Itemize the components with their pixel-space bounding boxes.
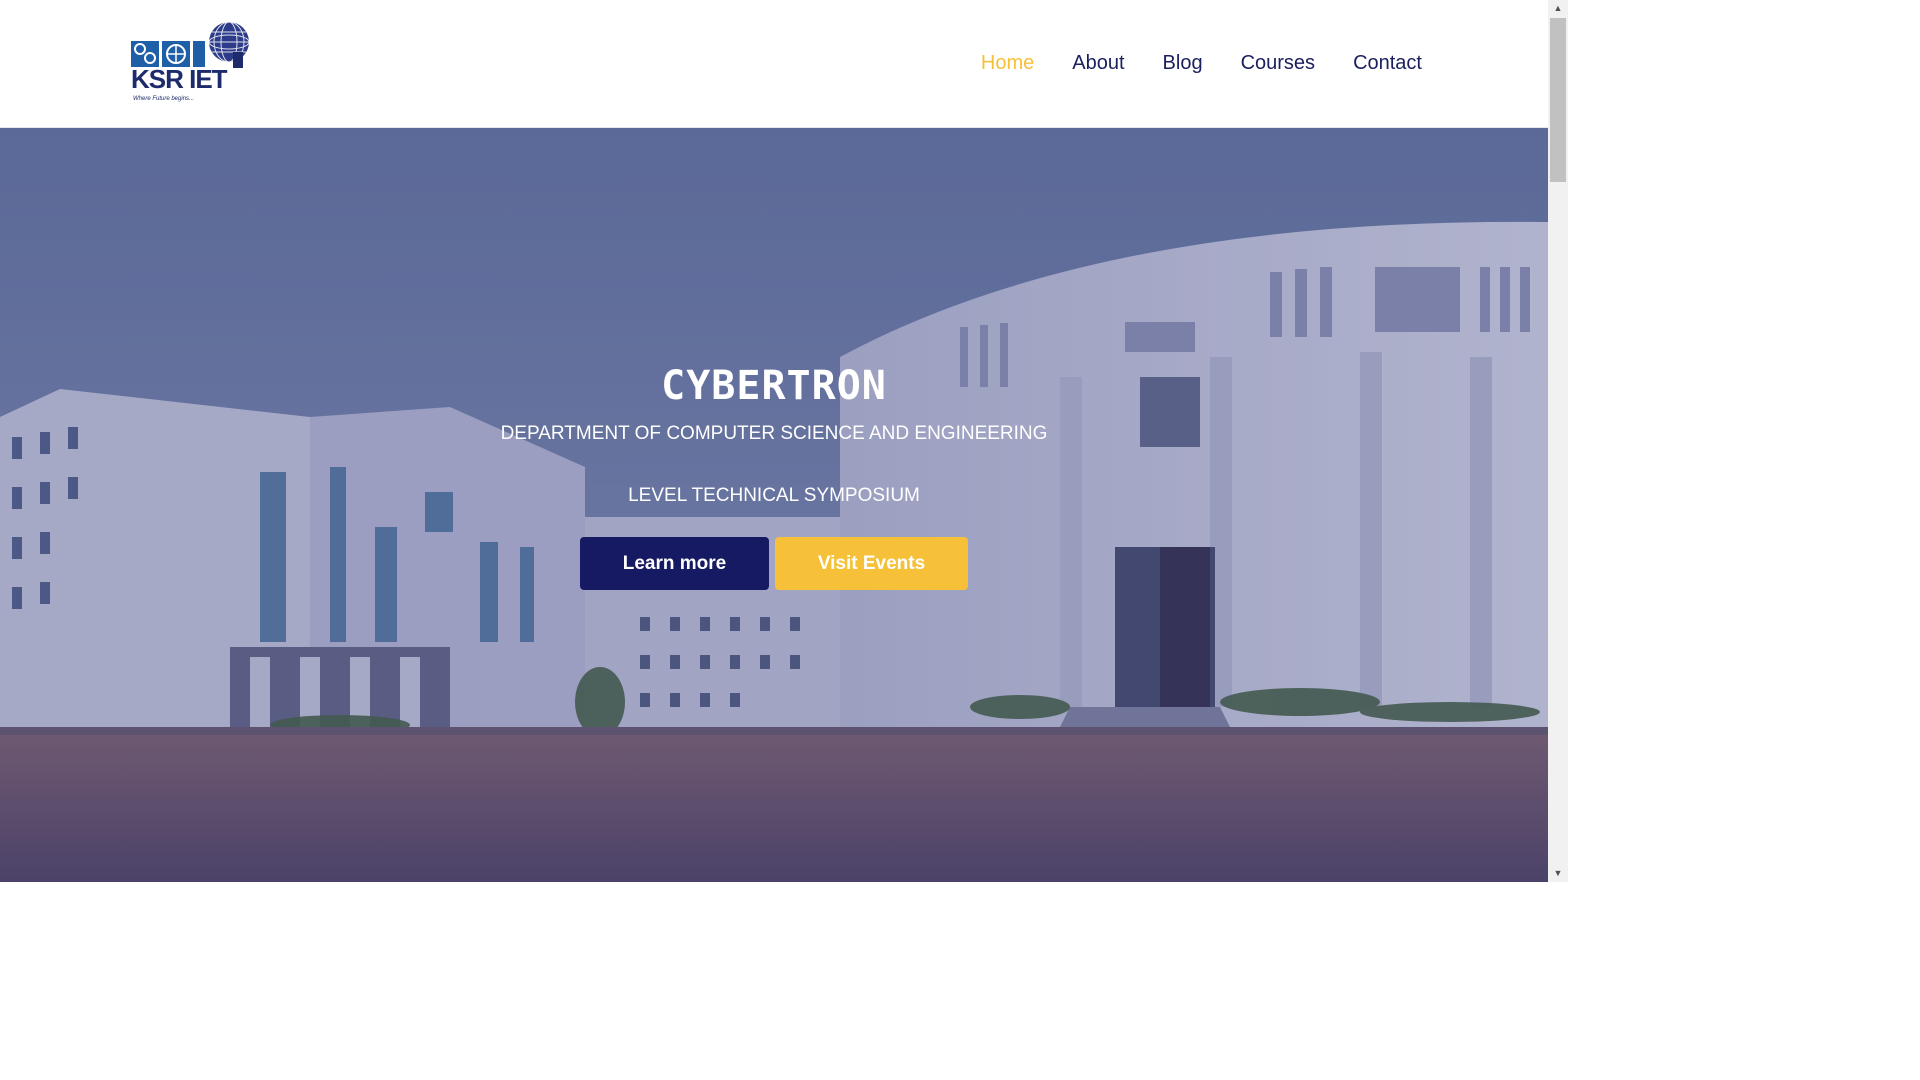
logo-text: KSR IET bbox=[131, 64, 228, 94]
nav-link-home[interactable]: Home bbox=[981, 48, 1034, 78]
hero-title: CYBERTRON bbox=[661, 363, 887, 409]
navbar: KSR IET Where Future begins... Home Abou… bbox=[0, 0, 1548, 128]
page: KSR IET Where Future begins... Home Abou… bbox=[0, 0, 1568, 882]
nav-link-about[interactable]: About bbox=[1072, 48, 1124, 78]
scroll-down-arrow-icon[interactable]: ▼ bbox=[1548, 865, 1568, 882]
visit-events-button[interactable]: Visit Events bbox=[775, 537, 968, 590]
scroll-up-arrow-icon[interactable]: ▲ bbox=[1548, 0, 1568, 17]
learn-more-button[interactable]: Learn more bbox=[580, 537, 769, 590]
college-logo[interactable]: KSR IET Where Future begins... bbox=[127, 16, 253, 108]
hero-section: CYBERTRON DEPARTMENT OF COMPUTER SCIENCE… bbox=[0, 127, 1548, 882]
main-nav: Home About Blog Courses Contact bbox=[943, 48, 1422, 78]
nav-link-blog[interactable]: Blog bbox=[1163, 48, 1203, 78]
hero-content: CYBERTRON DEPARTMENT OF COMPUTER SCIENCE… bbox=[0, 127, 1548, 882]
hero-department: DEPARTMENT OF COMPUTER SCIENCE AND ENGIN… bbox=[500, 423, 1048, 444]
nav-link-courses[interactable]: Courses bbox=[1241, 48, 1315, 78]
logo-tagline: Where Future begins... bbox=[133, 96, 195, 102]
logo-graphic bbox=[131, 21, 250, 68]
vertical-scrollbar[interactable]: ▲ ▼ bbox=[1548, 0, 1568, 882]
nav-link-contact[interactable]: Contact bbox=[1353, 48, 1422, 78]
hero-subtitle: LEVEL TECHNICAL SYMPOSIUM bbox=[628, 485, 920, 506]
scrollbar-thumb[interactable] bbox=[1550, 18, 1566, 182]
